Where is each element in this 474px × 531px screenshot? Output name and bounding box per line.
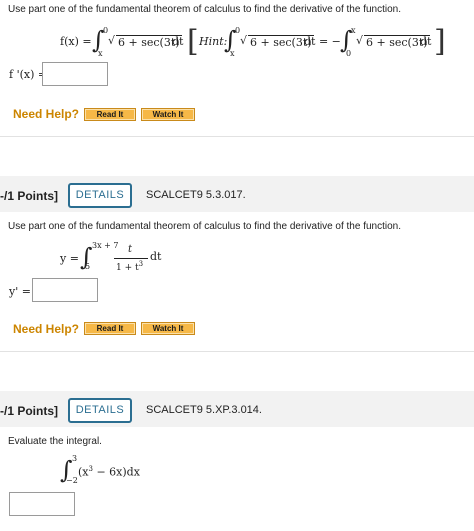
hint-int2-lower: 0 <box>346 49 352 58</box>
int-lower: x <box>98 49 103 58</box>
hint-int-lower: x <box>230 49 235 58</box>
q3-points: -/1 Points] <box>0 404 59 418</box>
watch-it-button-2[interactable]: Watch It <box>141 322 195 335</box>
q2-int-upper: 3x + 7 <box>92 241 119 250</box>
q3-header: -/1 Points] DETAILS SCALCET9 5.XP.3.014. <box>0 391 474 427</box>
hint-eq: dt = − <box>304 35 341 48</box>
read-it-button-2[interactable]: Read It <box>84 322 136 335</box>
q2-answer-input[interactable] <box>32 278 98 302</box>
q3-int-lower: −2 <box>66 476 78 485</box>
read-it-button[interactable]: Read It <box>84 108 136 121</box>
fx-label: f(x) = <box>60 35 92 48</box>
q3-int-upper: 3 <box>72 454 78 463</box>
left-bracket: [ <box>187 24 199 59</box>
q3-instruction: Evaluate the integral. <box>8 436 102 447</box>
q2-header: -/1 Points] DETAILS SCALCET9 5.3.017. <box>0 176 474 212</box>
y-label: y = <box>60 252 79 265</box>
right-bracket: ] <box>434 24 446 59</box>
q2-points: -/1 Points] <box>0 189 59 203</box>
q3-problem-code: SCALCET9 5.XP.3.014. <box>146 404 262 416</box>
q2-instruction: Use part one of the fundamental theorem … <box>8 221 402 232</box>
q1-formula: f(x) = ∫ 0 x √ 6 + sec(3t) dt [ Hint: ∫ … <box>0 24 474 60</box>
hint-sqrt-icon: √ <box>240 34 248 47</box>
q3-details-button[interactable]: DETAILS <box>68 398 132 423</box>
q3-integrand: (x3 − 6x)dx <box>78 465 140 479</box>
q3-answer-input[interactable] <box>9 492 75 516</box>
fraction-bar <box>114 258 148 259</box>
q1-answer-input[interactable] <box>42 62 108 86</box>
need-help-label: Need Help? <box>13 107 80 121</box>
watch-it-button[interactable]: Watch It <box>141 108 195 121</box>
q2-answer-label: y' = <box>9 285 31 298</box>
need-help-label-2: Need Help? <box>13 322 80 336</box>
divider <box>0 136 474 137</box>
q2-problem-code: SCALCET9 5.3.017. <box>146 189 246 201</box>
fraction-numerator: t <box>128 244 133 255</box>
dt-label: dt <box>172 35 184 48</box>
sqrt-icon: √ <box>108 34 116 47</box>
q3-formula: ∫ 3 −2 (x3 − 6x)dx <box>0 452 474 488</box>
q2-details-button[interactable]: DETAILS <box>68 183 132 208</box>
q2-formula: y = ∫ 3x + 7 5 t 1 + t3 dt <box>0 238 474 274</box>
fraction-denominator: 1 + t3 <box>116 260 144 273</box>
q1-instruction: Use part one of the fundamental theorem … <box>8 4 402 15</box>
q2-dt-label: dt <box>150 250 162 263</box>
hint-int2-upper: x <box>351 26 356 35</box>
hint-sqrt-icon-2: √ <box>356 34 364 47</box>
hint-dt: dt <box>420 35 432 48</box>
q2-int-lower: 5 <box>85 262 91 271</box>
divider-2 <box>0 351 474 352</box>
